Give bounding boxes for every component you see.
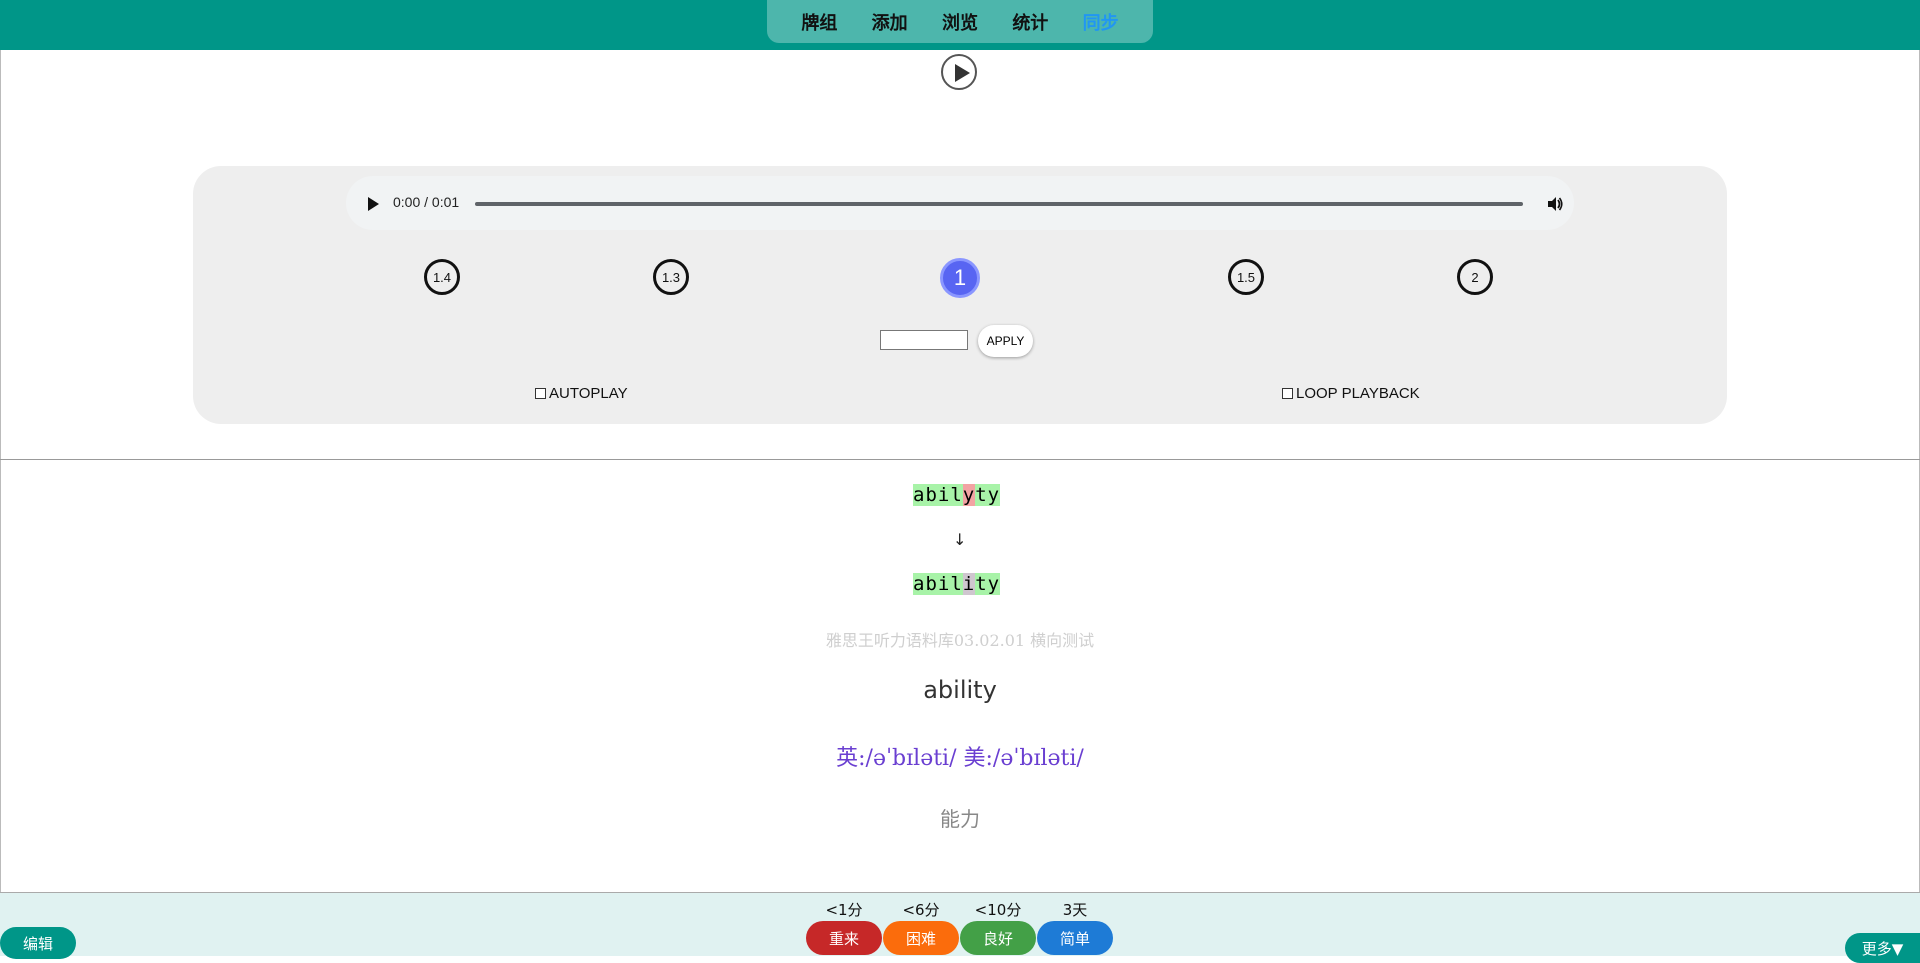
correct-suffix: ty <box>975 573 1001 595</box>
tab-decks[interactable]: 牌组 <box>801 9 837 35</box>
divider <box>0 459 1920 460</box>
comparison-arrow: ↓ <box>953 530 967 549</box>
edit-button[interactable]: 编辑 <box>0 927 76 959</box>
meaning: 能力 <box>940 807 980 831</box>
typed-correct-prefix: abil <box>913 484 963 506</box>
phonetic: 英:/əˈbɪləti/ 美:/əˈbɪləti/ <box>836 746 1084 771</box>
loop-checkbox-row: LOOP PLAYBACK <box>1282 385 1420 402</box>
volume-icon[interactable] <box>1546 195 1564 213</box>
correct-answer: abil i ty <box>913 573 1001 595</box>
correct-prefix: abil <box>913 573 963 595</box>
more-button[interactable]: 更多▼ <box>1845 933 1920 963</box>
speed-1-3-button[interactable]: 1.3 <box>653 259 689 295</box>
play-icon <box>955 64 970 82</box>
correct-letter: i <box>962 573 976 595</box>
hard-due: <6分 <box>902 901 940 919</box>
hard-button[interactable]: 困难 <box>883 921 959 955</box>
audio-play-icon[interactable] <box>368 197 379 211</box>
audio-time: 0:00 / 0:01 <box>393 194 460 210</box>
answer-word: ability <box>923 676 997 704</box>
tab-add[interactable]: 添加 <box>872 9 908 35</box>
typed-answer: abil y ty <box>913 484 1001 506</box>
autoplay-checkbox-row: AUTOPLAY <box>535 385 628 402</box>
tab-stats[interactable]: 统计 <box>1012 9 1048 35</box>
apply-button[interactable]: APPLY <box>978 325 1033 357</box>
tab-sync[interactable]: 同步 <box>1083 9 1119 35</box>
speed-1-button[interactable]: 1 <box>940 258 980 298</box>
custom-speed-input[interactable] <box>880 330 968 350</box>
tab-browse[interactable]: 浏览 <box>942 9 978 35</box>
again-button[interactable]: 重来 <box>806 921 882 955</box>
loop-checkbox[interactable] <box>1282 388 1293 399</box>
typed-wrong-letter: y <box>962 484 976 506</box>
easy-due: 3天 <box>1062 901 1088 919</box>
good-due: <10分 <box>974 901 1022 919</box>
loop-label: LOOP PLAYBACK <box>1296 385 1420 402</box>
autoplay-checkbox[interactable] <box>535 388 546 399</box>
speed-2-button[interactable]: 2 <box>1457 259 1493 295</box>
deck-name: 雅思王听力语料库03.02.01 横向测试 <box>825 631 1095 650</box>
replay-audio-button[interactable] <box>941 54 977 90</box>
typed-correct-suffix: ty <box>975 484 1001 506</box>
again-due: <1分 <box>825 901 863 919</box>
easy-button[interactable]: 简单 <box>1037 921 1113 955</box>
autoplay-label: AUTOPLAY <box>549 385 628 402</box>
speed-1-5-button[interactable]: 1.5 <box>1228 259 1264 295</box>
audio-seek-bar[interactable] <box>475 202 1523 206</box>
nav-tabs: 牌组 添加 浏览 统计 同步 <box>767 0 1153 43</box>
speed-1-4-button[interactable]: 1.4 <box>424 259 460 295</box>
good-button[interactable]: 良好 <box>960 921 1036 955</box>
